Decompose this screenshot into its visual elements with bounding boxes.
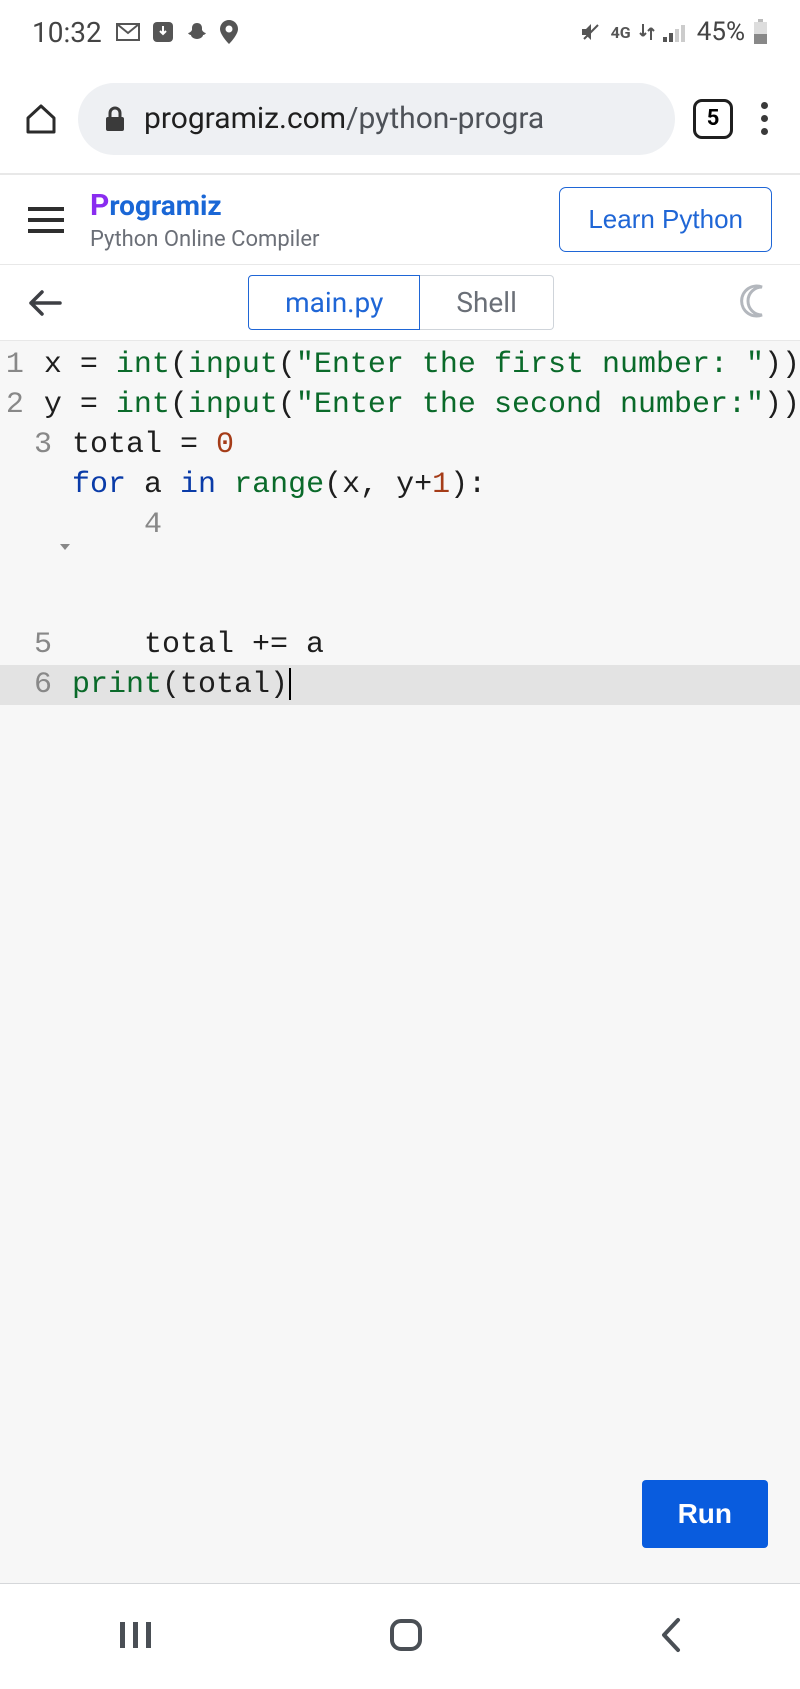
code-line[interactable]: 4 for a in range(x, y+1): [0, 465, 800, 625]
brand-block[interactable]: Programiz Python Online Compiler [90, 188, 533, 252]
battery-icon [753, 19, 768, 45]
tab-switcher-button[interactable]: 5 [693, 99, 733, 139]
tab-group: main.py Shell [90, 275, 712, 330]
android-nav-bar [0, 1584, 800, 1689]
android-back-button[interactable] [656, 1616, 684, 1658]
brand-name: Programiz [90, 188, 533, 223]
status-left: 10:32 [32, 16, 238, 49]
tab-main[interactable]: main.py [248, 275, 420, 330]
code-content[interactable]: 1 x = int(input("Enter the first number:… [0, 341, 800, 705]
android-home-button[interactable] [387, 1616, 425, 1658]
line-number: 6 [0, 665, 72, 705]
line-number: 1 [0, 345, 44, 385]
location-icon [220, 20, 238, 44]
url-text: programiz.com/python-progra [144, 101, 544, 136]
browser-home-button[interactable] [22, 100, 60, 138]
network-4g-icon: 4G [611, 23, 631, 42]
status-right: 4G 45% [579, 17, 768, 47]
android-recents-button[interactable] [116, 1618, 156, 1656]
code-editor[interactable]: 1 x = int(input("Enter the first number:… [0, 341, 800, 1584]
snapchat-icon [186, 21, 208, 43]
status-bar: 10:32 4G 45% [0, 0, 800, 64]
site-header: Programiz Python Online Compiler Learn P… [0, 174, 800, 265]
tab-shell[interactable]: Shell [420, 275, 554, 330]
run-button[interactable]: Run [642, 1480, 768, 1548]
fold-icon[interactable] [0, 485, 70, 605]
url-bar[interactable]: programiz.com/python-progra [78, 83, 675, 155]
line-number: 2 [0, 385, 44, 425]
status-notification-icons [116, 20, 238, 44]
battery-text: 45% [697, 17, 745, 47]
code-line[interactable]: 2 y = int(input("Enter the second number… [0, 385, 800, 425]
learn-python-button[interactable]: Learn Python [559, 187, 772, 252]
code-line[interactable]: 3 total = 0 [0, 425, 800, 465]
dark-mode-toggle[interactable] [738, 283, 774, 323]
text-cursor [289, 668, 291, 700]
site-menu-button[interactable] [28, 207, 64, 233]
browser-bar: programiz.com/python-progra 5 [0, 64, 800, 174]
tab-count-label: 5 [707, 106, 720, 131]
browser-menu-button[interactable] [751, 98, 778, 139]
code-line[interactable]: 5 total += a [0, 625, 800, 665]
update-icon [152, 21, 174, 43]
status-time: 10:32 [32, 16, 102, 49]
code-line[interactable]: 6 print(total) [0, 665, 800, 705]
gmail-icon [116, 23, 140, 41]
signal-icon [663, 22, 689, 42]
brand-subtitle: Python Online Compiler [90, 227, 533, 252]
line-number: 4 [0, 465, 72, 625]
back-button[interactable] [26, 288, 64, 318]
line-number: 5 [0, 625, 72, 665]
data-arrows-icon [639, 22, 655, 42]
line-number: 3 [0, 425, 72, 465]
divider [0, 1583, 800, 1584]
mute-icon [579, 20, 603, 44]
lock-icon [104, 105, 126, 133]
editor-toolbar: main.py Shell [0, 265, 800, 341]
code-line[interactable]: 1 x = int(input("Enter the first number:… [0, 345, 800, 385]
